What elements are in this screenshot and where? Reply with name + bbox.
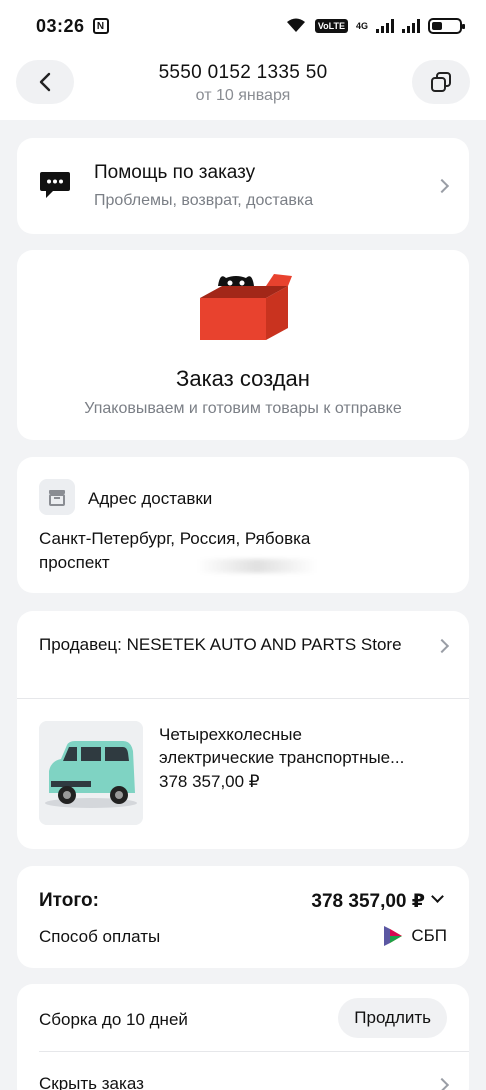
total-amount[interactable]: 378 357,00 ₽ [311, 890, 425, 913]
assembly-time: Сборка до 10 дней [39, 1010, 188, 1029]
status-subtitle: Упаковываем и готовим товары к отправке [84, 400, 402, 417]
status-indicators: VoLTE 4G [285, 17, 465, 36]
address-title: Адрес доставки [88, 489, 213, 508]
nfc-icon: N [92, 18, 109, 34]
status-title: Заказ создан [176, 366, 310, 391]
chevron-right-icon [434, 1077, 450, 1090]
hide-order-link[interactable]: Скрыть заказ [39, 1074, 144, 1090]
copy-button[interactable] [412, 60, 470, 104]
archive-icon [39, 479, 75, 515]
product-name-line-1: Четырехколесные [159, 725, 302, 744]
payment-method-name: СБП [411, 926, 447, 945]
divider [39, 1051, 469, 1052]
seller-link[interactable]: Продавец: NESETEK AUTO AND PARTS Store [39, 633, 419, 656]
cat-box-icon [196, 270, 292, 347]
network-type: 4G [355, 20, 368, 31]
help-subtitle: Проблемы, возврат, доставка [94, 192, 314, 209]
address-line-2: проспект [39, 553, 110, 572]
payment-method: СБП [383, 925, 447, 947]
payment-method-label: Способ оплаты [39, 927, 161, 946]
totals-card: Итого: 378 357,00 ₽ Способ оплаты СБП [17, 866, 469, 968]
order-actions-card: Сборка до 10 дней Продлить Скрыть заказ [17, 984, 469, 1090]
delivery-address-card: Адрес доставки Санкт-Петербург, Россия, … [17, 457, 469, 593]
order-header: 5550 0152 1335 50 от 10 января [0, 52, 486, 120]
signal-icon-2 [402, 19, 420, 33]
signal-icon [376, 19, 394, 33]
extend-button[interactable]: Продлить [338, 998, 447, 1038]
help-card[interactable]: Помощь по заказу Проблемы, возврат, дост… [17, 138, 469, 234]
battery-icon [428, 18, 465, 34]
address-redaction [197, 559, 317, 573]
product-name-line-2: электрические транспортные... [159, 748, 405, 767]
status-time: 03:26 [36, 15, 85, 36]
divider [17, 698, 469, 699]
wifi-icon [285, 17, 307, 36]
address-line-1: Санкт-Петербург, Россия, Рябовка [39, 529, 311, 548]
help-title: Помощь по заказу [94, 162, 256, 183]
product-name[interactable]: Четырехколесные электрические транспортн… [159, 723, 454, 769]
chat-icon [39, 170, 71, 205]
order-status-card: Заказ создан Упаковываем и готовим товар… [17, 250, 469, 440]
product-image[interactable] [39, 721, 143, 825]
volte-badge: VoLTE [314, 19, 348, 33]
copy-icon [431, 72, 451, 92]
product-price: 378 357,00 ₽ [159, 772, 260, 791]
total-label: Итого: [39, 890, 99, 911]
status-bar: 03:26 N VoLTE 4G [0, 0, 486, 52]
chevron-right-icon [434, 638, 450, 654]
sbp-logo-icon [384, 926, 403, 946]
chevron-right-icon [434, 178, 450, 194]
seller-card: Продавец: NESETEK AUTO AND PARTS Store Ч… [17, 611, 469, 849]
chevron-down-icon[interactable] [431, 890, 444, 903]
